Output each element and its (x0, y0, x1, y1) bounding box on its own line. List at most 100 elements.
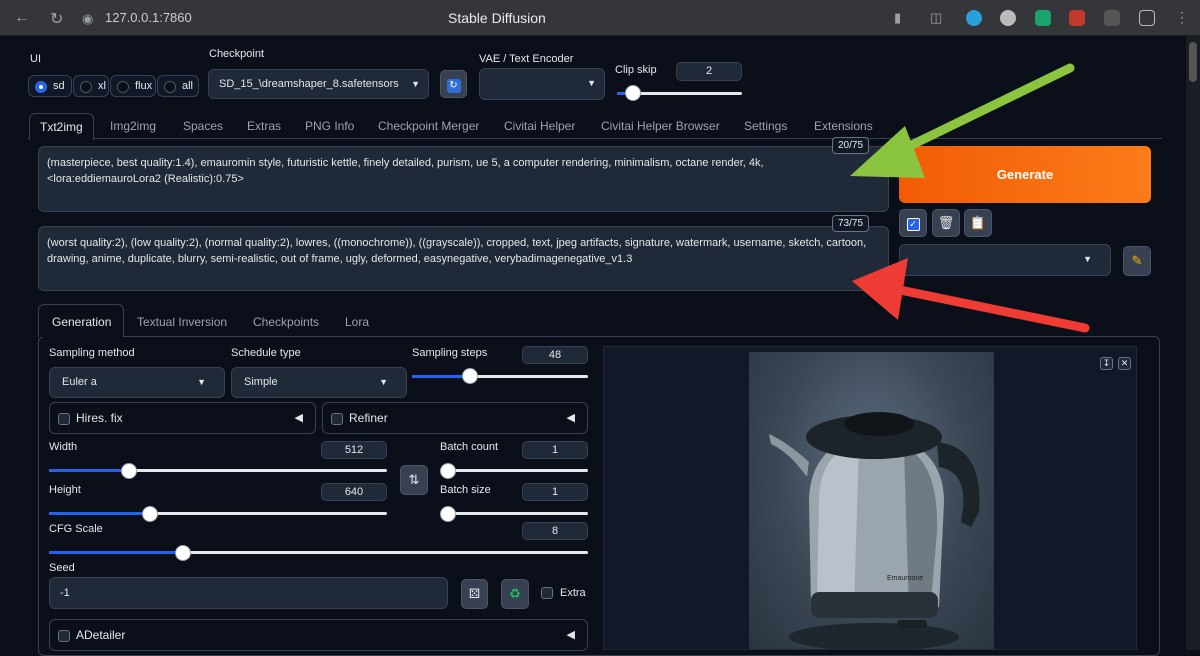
extension-icon[interactable] (966, 10, 982, 26)
sampling-steps-slider-thumb[interactable] (462, 368, 478, 384)
seed-label: Seed (49, 562, 75, 574)
page-scrollbar[interactable] (1186, 36, 1200, 650)
subtab-lora[interactable]: Lora (345, 315, 369, 329)
negative-prompt-textarea[interactable]: (worst quality:2), (low quality:2), (nor… (38, 226, 889, 291)
cfg-scale-input[interactable]: 8 (522, 522, 588, 540)
subtab-textual-inversion[interactable]: Textual Inversion (137, 315, 227, 329)
adetailer-checkbox[interactable] (58, 630, 70, 642)
tab-img2img[interactable]: Img2img (110, 119, 156, 133)
bookmark-icon[interactable]: ▮ (894, 10, 901, 26)
sampling-steps-input[interactable]: 48 (522, 346, 588, 364)
schedule-type-label: Schedule type (231, 347, 301, 359)
clear-prompt-button[interactable]: 🗑 (932, 209, 960, 237)
back-icon[interactable]: ← (14, 9, 30, 27)
height-slider-thumb[interactable] (142, 506, 158, 522)
pencil-icon: ✎ (1131, 253, 1143, 268)
recycle-icon: ♻ (509, 586, 521, 601)
reuse-seed-button[interactable]: ♻ (501, 579, 529, 609)
sampling-method-label: Sampling method (49, 347, 135, 359)
kettle-illustration: Emauroone (769, 412, 980, 649)
seed-input[interactable]: -1 (49, 577, 448, 609)
checkpoint-select[interactable]: SD_15_\dreamshaper_8.safetensors ▼ (208, 69, 429, 99)
swap-dimensions-button[interactable]: ⇅ (400, 465, 428, 495)
extension-icon[interactable] (1069, 10, 1085, 26)
clipboard-icon: 📋 (969, 215, 987, 230)
chevron-down-icon: ▼ (587, 78, 596, 88)
close-icon[interactable]: ✕ (1118, 357, 1131, 370)
adetailer-accordion[interactable]: ADetailer ◀ (49, 619, 588, 651)
subtab-generation[interactable]: Generation (52, 315, 111, 329)
chevron-down-icon: ▼ (197, 377, 206, 387)
hires-fix-accordion[interactable]: Hires. fix ◀ (49, 402, 316, 434)
address-bar[interactable]: 127.0.0.1:7860 (105, 10, 192, 25)
prompt-token-counter: 20/75 (832, 137, 870, 154)
ui-option-flux[interactable]: flux (110, 75, 156, 97)
adetailer-label: ADetailer (76, 628, 126, 642)
chevron-down-icon: ▼ (1083, 254, 1092, 264)
tab-civitai-helper[interactable]: Civitai Helper (504, 119, 575, 133)
site-info-icon[interactable]: ◉ (82, 11, 93, 27)
batch-size-input[interactable]: 1 (522, 483, 588, 501)
tab-png-info[interactable]: PNG Info (305, 119, 354, 133)
width-input[interactable]: 512 (321, 441, 387, 459)
vae-select[interactable]: ▼ (479, 68, 605, 100)
clip-skip-slider-thumb[interactable] (625, 85, 641, 101)
tab-txt2img[interactable]: Txt2img (29, 113, 94, 140)
ui-option-all[interactable]: all (157, 75, 199, 97)
extensions-puzzle-icon[interactable] (1139, 10, 1155, 26)
random-seed-button[interactable]: ⚄ (461, 579, 488, 609)
paste-prompt-button[interactable]: 📋 (964, 209, 992, 237)
batch-count-input[interactable]: 1 (522, 441, 588, 459)
batch-count-label: Batch count (440, 441, 499, 453)
apply-style-button[interactable]: ✓ (899, 209, 927, 237)
scrollbar-thumb[interactable] (1189, 42, 1197, 82)
tab-checkpoint-merger[interactable]: Checkpoint Merger (378, 119, 479, 133)
ui-option-sd[interactable]: sd (28, 75, 72, 97)
schedule-type-select[interactable]: Simple ▼ (231, 367, 407, 398)
tab-extras[interactable]: Extras (247, 119, 281, 133)
negative-prompt-token-counter: 73/75 (832, 215, 870, 232)
batch-size-slider-thumb[interactable] (440, 506, 456, 522)
generated-kettle-image[interactable]: Emauroone (749, 352, 994, 649)
zip-extension-icon[interactable] (1104, 10, 1120, 26)
tab-civitai-helper-browser[interactable]: Civitai Helper Browser (601, 119, 720, 133)
page-title: Stable Diffusion (448, 10, 546, 26)
cfg-scale-slider-fill (49, 551, 183, 554)
hires-fix-checkbox[interactable] (58, 413, 70, 425)
chevron-down-icon: ▼ (411, 79, 420, 89)
tab-extensions[interactable]: Extensions (814, 119, 873, 133)
sampling-method-select[interactable]: Euler a ▼ (49, 367, 225, 398)
reload-icon[interactable]: ↻ (50, 9, 63, 29)
width-label: Width (49, 441, 78, 453)
batch-size-slider[interactable] (440, 512, 588, 515)
checkbox-icon: ✓ (906, 218, 920, 231)
refiner-accordion[interactable]: Refiner ◀ (322, 402, 588, 434)
browser-toolbar: ← ↻ ◉ 127.0.0.1:7860 Stable Diffusion ▮ … (0, 0, 1200, 36)
prompt-textarea[interactable]: (masterpiece, best quality:1.4), emaurom… (38, 146, 889, 212)
cast-icon[interactable]: ◫ (930, 10, 942, 26)
refresh-icon: ↻ (446, 79, 461, 93)
extra-seed-label: Extra (560, 587, 586, 599)
svg-text:Emauroone: Emauroone (887, 575, 923, 582)
tab-settings[interactable]: Settings (744, 119, 787, 133)
tab-spaces[interactable]: Spaces (183, 119, 223, 133)
batch-count-slider-thumb[interactable] (440, 463, 456, 479)
clip-skip-input[interactable]: 2 (676, 62, 742, 81)
refresh-checkpoint-button[interactable]: ↻ (440, 70, 467, 98)
height-input[interactable]: 640 (321, 483, 387, 501)
ui-option-xl[interactable]: xl (73, 75, 109, 97)
refiner-checkbox[interactable] (331, 413, 343, 425)
extension-icon[interactable] (1000, 10, 1016, 26)
subtab-checkpoints[interactable]: Checkpoints (253, 315, 319, 329)
collapse-triangle-icon: ◀ (294, 412, 303, 424)
menu-icon[interactable]: ⋮ (1175, 9, 1189, 26)
edit-styles-button[interactable]: ✎ (1123, 246, 1151, 276)
extension-icon[interactable] (1035, 10, 1051, 26)
generate-button[interactable]: Generate (899, 146, 1151, 203)
cfg-scale-slider-thumb[interactable] (175, 545, 191, 561)
styles-select[interactable]: ▼ (899, 244, 1111, 276)
batch-count-slider[interactable] (440, 469, 588, 472)
download-icon[interactable]: ↧ (1100, 357, 1113, 370)
extra-seed-checkbox[interactable] (541, 587, 553, 599)
width-slider-thumb[interactable] (121, 463, 137, 479)
